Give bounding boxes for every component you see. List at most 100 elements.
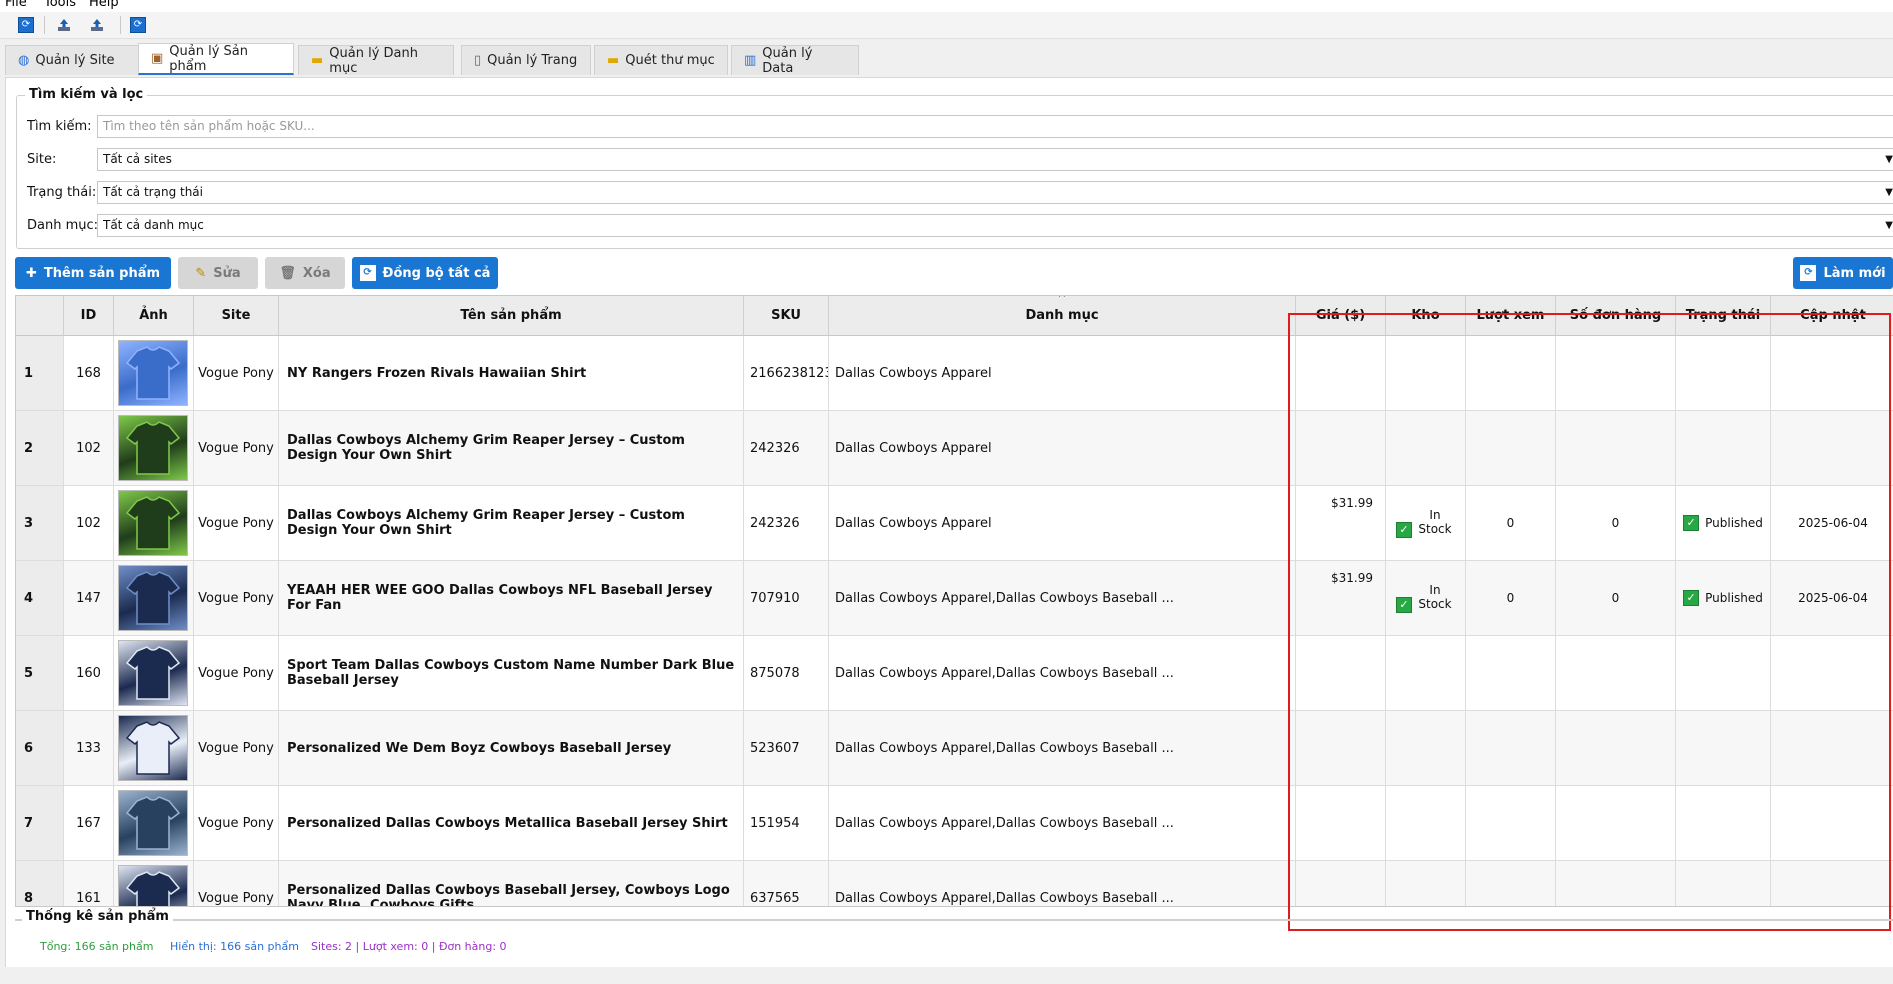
column-header-sku[interactable]: SKU [744,296,829,336]
product-thumbnail [118,715,188,781]
sync-icon: ⟳ [359,265,376,281]
tab-label: Quản lý Trang [487,53,578,68]
sync-all-button[interactable]: ⟳ Đồng bộ tất cả [352,257,498,289]
refresh-icon: ⟳ [1800,265,1817,281]
product-name-cell: Dallas Cowboys Alchemy Grim Reaper Jerse… [279,486,744,560]
stat-total: Tổng: 166 sản phẩm [40,940,154,953]
product-thumbnail [118,340,188,406]
stat-other: Sites: 2 | Lượt xem: 0 | Đơn hàng: 0 [311,940,507,953]
product-name-cell: Dallas Cowboys Alchemy Grim Reaper Jerse… [279,411,744,485]
sku-cell: 242326 [744,411,829,485]
refresh-button[interactable]: ⟳ Làm mới [1793,257,1893,289]
category-select-value: Tất cả danh mục [103,218,204,232]
add-product-label: Thêm sản phẩm [43,265,161,281]
status-select[interactable]: Tất cả trạng thái ▼ [97,181,1893,204]
tab-categories[interactable]: ▬ Quản lý Danh mục [298,45,454,76]
add-product-button[interactable]: ✚ Thêm sản phẩm [15,257,171,289]
category-cell: Dallas Cowboys Apparel [829,486,1296,560]
toolbar: ⟳ ⟳ [0,12,1893,39]
column-header-name[interactable]: Tên sản phẩm [279,296,744,336]
product-name-cell: YEAAH HER WEE GOO Dallas Cowboys NFL Bas… [279,561,744,635]
tab-scan-folder[interactable]: ▬ Quét thư mục [594,45,728,75]
chevron-down-icon: ▼ [1885,220,1893,231]
column-header-image[interactable]: Ảnh [114,296,194,336]
id-cell: 102 [64,486,114,560]
search-input[interactable]: Tìm theo tên sản phẩm hoặc SKU... [97,115,1893,138]
id-cell: 133 [64,711,114,785]
tab-label: Quản lý Sản phẩm [169,43,249,74]
filter-group-title: Tìm kiếm và lọc [25,87,148,102]
status-label: Trạng thái: [27,185,97,200]
pencil-icon: ✎ [195,265,207,281]
site-cell: Vogue Pony [194,711,279,785]
site-select[interactable]: Tất cả sites ▼ [97,148,1893,171]
tab-products[interactable]: ▣ Quản lý Sản phẩm [138,43,294,75]
category-cell: Dallas Cowboys Apparel [829,411,1296,485]
id-cell: 168 [64,336,114,410]
row-number: 8 [16,861,64,906]
globe-icon: ◍ [18,53,30,68]
site-select-value: Tất cả sites [103,152,172,166]
column-header-site[interactable]: Site [194,296,279,336]
sync-icon[interactable]: ⟳ [130,17,146,33]
product-thumbnail [118,865,188,906]
menu-file[interactable]: File [5,0,27,10]
upload-icon[interactable] [89,17,105,33]
id-cell: 102 [64,411,114,485]
sort-asc-icon: ^ [1057,295,1067,304]
column-header-category[interactable]: ^ Danh mục [829,296,1296,336]
product-thumbnail [118,415,188,481]
row-number: 2 [16,411,64,485]
stats-title: Thống kê sản phẩm [22,909,173,924]
product-name-cell: NY Rangers Frozen Rivals Hawaiian Shirt [279,336,744,410]
plus-icon: ✚ [25,265,37,281]
stat-shown: Hiển thị: 166 sản phẩm [170,940,299,953]
folder-icon: ▬ [311,53,324,68]
tab-pages[interactable]: ▯ Quản lý Trang [461,45,591,75]
category-cell: Dallas Cowboys Apparel [829,336,1296,410]
chevron-down-icon: ▼ [1885,187,1893,198]
delete-button[interactable]: 🗑 Xóa [265,257,345,289]
toolbar-separator [120,16,121,34]
site-cell: Vogue Pony [194,861,279,906]
tab-label: Quản lý Danh mục [329,45,418,76]
column-header-id[interactable]: ID [64,296,114,336]
product-name-cell: Personalized Dallas Cowboys Metallica Ba… [279,786,744,860]
category-cell: Dallas Cowboys Apparel,Dallas Cowboys Ba… [829,561,1296,635]
sku-cell: 2166238123 [744,336,829,410]
product-thumbnail [118,490,188,556]
row-number: 5 [16,636,64,710]
upload-icon[interactable] [56,17,72,33]
site-cell: Vogue Pony [194,411,279,485]
delete-label: Xóa [302,265,331,281]
site-cell: Vogue Pony [194,786,279,860]
category-select[interactable]: Tất cả danh mục ▼ [97,214,1893,237]
highlight-box [1288,313,1891,931]
menu-help[interactable]: Help [89,0,119,10]
row-number: 7 [16,786,64,860]
sku-cell: 875078 [744,636,829,710]
menu-tools[interactable]: Tools [44,0,76,10]
search-label: Tìm kiếm: [27,119,92,134]
row-number: 4 [16,561,64,635]
product-thumbnail-cell [114,561,194,635]
product-thumbnail-cell [114,336,194,410]
sku-cell: 523607 [744,711,829,785]
toolbar-separator [44,16,45,34]
product-thumbnail [118,790,188,856]
product-thumbnail-cell [114,636,194,710]
tab-data[interactable]: ▥ Quản lý Data [731,45,859,76]
chart-icon: ▥ [744,53,757,68]
row-number: 1 [16,336,64,410]
tab-label: Quản lý Site [35,53,115,68]
site-cell: Vogue Pony [194,636,279,710]
edit-button[interactable]: ✎ Sửa [178,257,258,289]
tab-label: Quét thư mục [625,53,715,68]
trash-icon: 🗑 [279,265,296,281]
product-name-cell: Personalized We Dem Boyz Cowboys Basebal… [279,711,744,785]
sku-cell: 151954 [744,786,829,860]
id-cell: 161 [64,861,114,906]
sync-icon[interactable]: ⟳ [18,17,34,33]
product-name-cell: Sport Team Dallas Cowboys Custom Name Nu… [279,636,744,710]
column-header-category-label: Danh mục [1025,308,1099,323]
